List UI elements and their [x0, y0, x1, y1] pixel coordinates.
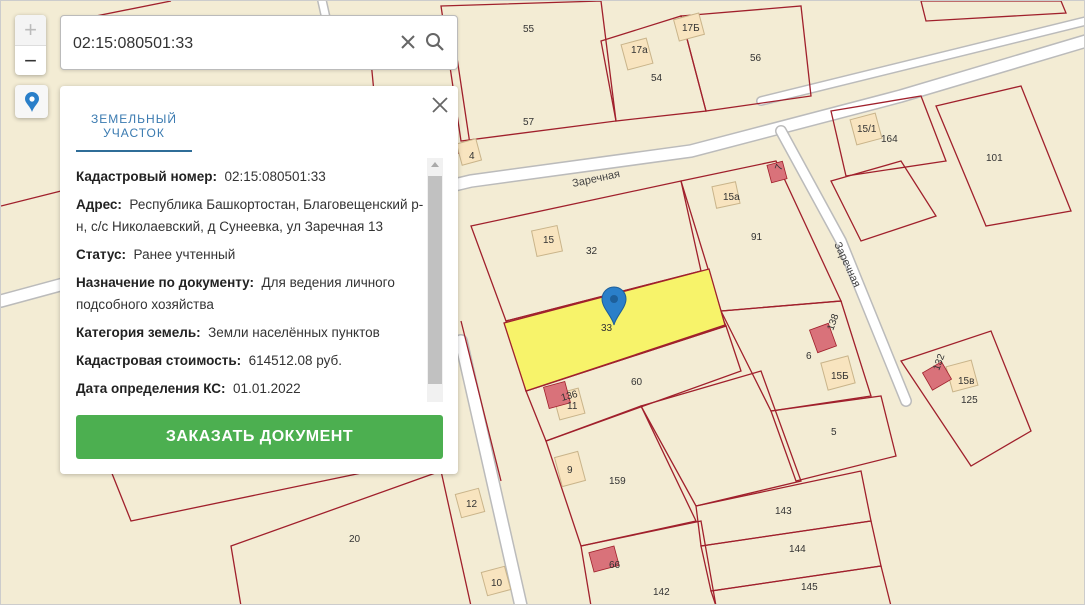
- parcel-label: 33: [601, 323, 613, 334]
- field-label: Назначение по документу:: [76, 275, 254, 290]
- field-value: Земли населённых пунктов: [208, 325, 380, 340]
- parcel-label: 10: [491, 578, 503, 589]
- search-box: [60, 15, 458, 70]
- parcel-label: 66: [609, 560, 621, 571]
- parcel-label: 164: [881, 134, 898, 145]
- parcel-label: 15в: [958, 376, 974, 387]
- field-value: 614512.08 руб.: [248, 353, 342, 368]
- parcel-label: 9: [567, 465, 573, 476]
- parcel-label: 56: [750, 53, 762, 64]
- parcel-label: 17а: [631, 45, 648, 56]
- zoom-in-button[interactable]: +: [15, 15, 46, 46]
- scrollbar[interactable]: [427, 158, 443, 402]
- field-purpose: Назначение по документу: Для ведения лич…: [76, 272, 426, 316]
- parcel-label: 54: [651, 73, 663, 84]
- zoom-out-button[interactable]: −: [15, 46, 46, 76]
- zoom-control: + −: [15, 15, 46, 75]
- search-icon[interactable]: [425, 32, 445, 52]
- parcel-label: 101: [986, 153, 1003, 164]
- order-document-button[interactable]: ЗАКАЗАТЬ ДОКУМЕНТ: [76, 415, 443, 459]
- parcel-label: 17Б: [682, 23, 700, 34]
- map-pin-icon: [24, 91, 39, 112]
- field-label: Дата определения КС:: [76, 381, 226, 396]
- parcel-label: 142: [653, 587, 670, 598]
- parcel-label: 57: [523, 117, 535, 128]
- parcel-label: 144: [789, 544, 806, 555]
- field-land-category: Категория земель: Земли населённых пункт…: [76, 322, 426, 344]
- field-label: Кадастровая стоимость:: [76, 353, 242, 368]
- field-value: 01.01.2022: [233, 381, 301, 396]
- parcel-label: 12: [466, 499, 478, 510]
- parcel-label: 6: [806, 351, 812, 362]
- field-status: Статус: Ранее учтенный: [76, 244, 426, 266]
- parcel-label: 91: [751, 232, 763, 243]
- close-icon[interactable]: [398, 32, 418, 52]
- parcel-label: 138: [825, 312, 841, 332]
- parcel-label: 11: [567, 401, 578, 412]
- tab-land-plot[interactable]: ЗЕМЕЛЬНЫЙ УЧАСТОК: [76, 112, 192, 152]
- scroll-up-arrow-icon[interactable]: [431, 162, 439, 167]
- parcel-label: 4: [469, 151, 475, 162]
- parcel-label: 143: [775, 506, 792, 517]
- parcel-label: 20: [349, 534, 361, 545]
- parcel-details: Кадастровый номер: 02:15:080501:33 Адрес…: [76, 158, 426, 410]
- parcel-label: 15Б: [831, 371, 849, 382]
- field-value: Республика Башкортостан, Благовещенский …: [76, 197, 424, 234]
- field-label: Кадастровый номер:: [76, 169, 217, 184]
- field-label: Категория земель:: [76, 325, 201, 340]
- parcel-info-panel: ЗЕМЕЛЬНЫЙ УЧАСТОК Кадастровый номер: 02:…: [60, 86, 458, 474]
- parcel-label: 15: [543, 235, 555, 246]
- field-label: Адрес:: [76, 197, 122, 212]
- parcel-label: 145: [801, 582, 818, 593]
- field-label: Статус:: [76, 247, 126, 262]
- field-address: Адрес: Республика Башкортостан, Благовещ…: [76, 194, 426, 238]
- parcel-label: 159: [609, 476, 626, 487]
- parcel-label: 32: [586, 246, 598, 257]
- search-input[interactable]: [71, 30, 385, 58]
- parcel-label: 15а: [723, 192, 740, 203]
- parcel-label: 55: [523, 24, 535, 35]
- parcel-label: 15/1: [857, 124, 877, 135]
- locate-button[interactable]: [15, 85, 48, 118]
- close-icon[interactable]: [431, 96, 449, 114]
- field-value: 02:15:080501:33: [224, 169, 326, 184]
- field-value: Ранее учтенный: [133, 247, 236, 262]
- parcel-label: 125: [961, 395, 978, 406]
- scrollbar-thumb[interactable]: [428, 176, 442, 384]
- field-cadastral-number: Кадастровый номер: 02:15:080501:33: [76, 166, 426, 188]
- parcel-label: 5: [831, 427, 837, 438]
- field-cadastral-value: Кадастровая стоимость: 614512.08 руб.: [76, 350, 426, 372]
- field-valuation-date: Дата определения КС: 01.01.2022: [76, 378, 426, 400]
- parcel-label: 60: [631, 377, 643, 388]
